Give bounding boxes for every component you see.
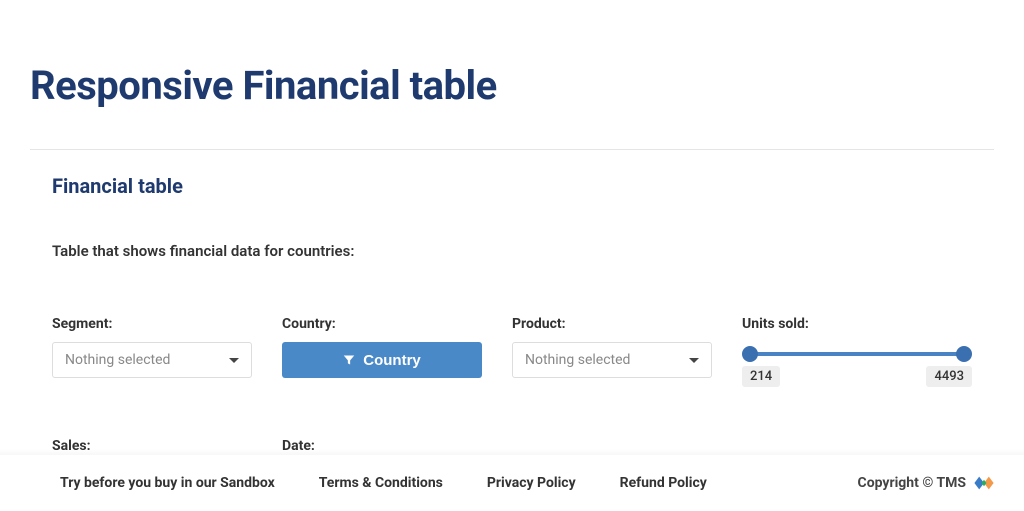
footer: Try before you buy in our Sandbox Terms … (0, 455, 1024, 511)
page-root: Responsive Financial table Financial tab… (0, 0, 1024, 464)
slider-values: 214 4493 (742, 366, 972, 387)
segment-label: Segment: (52, 316, 252, 332)
footer-link-terms[interactable]: Terms & Conditions (319, 475, 443, 491)
country-label: Country: (282, 316, 482, 332)
footer-links: Try before you buy in our Sandbox Terms … (60, 475, 707, 491)
segment-select-value: Nothing selected (65, 352, 170, 368)
slider-min-value: 214 (742, 366, 780, 387)
product-field: Product: Nothing selected (512, 316, 712, 396)
filters-row-1: Segment: Nothing selected Country: Count… (52, 316, 972, 396)
sales-label: Sales: (52, 438, 252, 454)
units-sold-slider[interactable]: 214 4493 (742, 342, 972, 396)
product-select[interactable]: Nothing selected (512, 342, 712, 378)
page-title: Responsive Financial table (30, 0, 994, 149)
section-title: Financial table (52, 174, 994, 198)
date-label: Date: (282, 438, 482, 454)
segment-select[interactable]: Nothing selected (52, 342, 252, 378)
units-sold-label: Units sold: (742, 316, 972, 332)
product-label: Product: (512, 316, 712, 332)
country-button-text: Country (363, 352, 421, 369)
slider-handle-min[interactable] (742, 346, 758, 362)
footer-link-privacy[interactable]: Privacy Policy (487, 475, 576, 491)
slider-track (750, 352, 964, 356)
product-select-value: Nothing selected (525, 352, 630, 368)
tms-logo-icon (974, 475, 994, 491)
segment-field: Segment: Nothing selected (52, 316, 252, 396)
footer-link-sandbox[interactable]: Try before you buy in our Sandbox (60, 475, 275, 491)
copyright-text: Copyright © TMS (858, 475, 966, 491)
slider-max-value: 4493 (926, 366, 972, 387)
section-description: Table that shows financial data for coun… (52, 242, 994, 260)
country-filter-button[interactable]: Country (282, 342, 482, 378)
filter-icon (343, 354, 355, 366)
caret-down-icon (229, 358, 239, 363)
copyright-wrap: Copyright © TMS (858, 475, 994, 491)
slider-handle-max[interactable] (956, 346, 972, 362)
footer-link-refund[interactable]: Refund Policy (620, 475, 707, 491)
country-field: Country: Country (282, 316, 482, 396)
divider (30, 149, 994, 150)
caret-down-icon (689, 358, 699, 363)
units-sold-field: Units sold: 214 4493 (742, 316, 972, 396)
